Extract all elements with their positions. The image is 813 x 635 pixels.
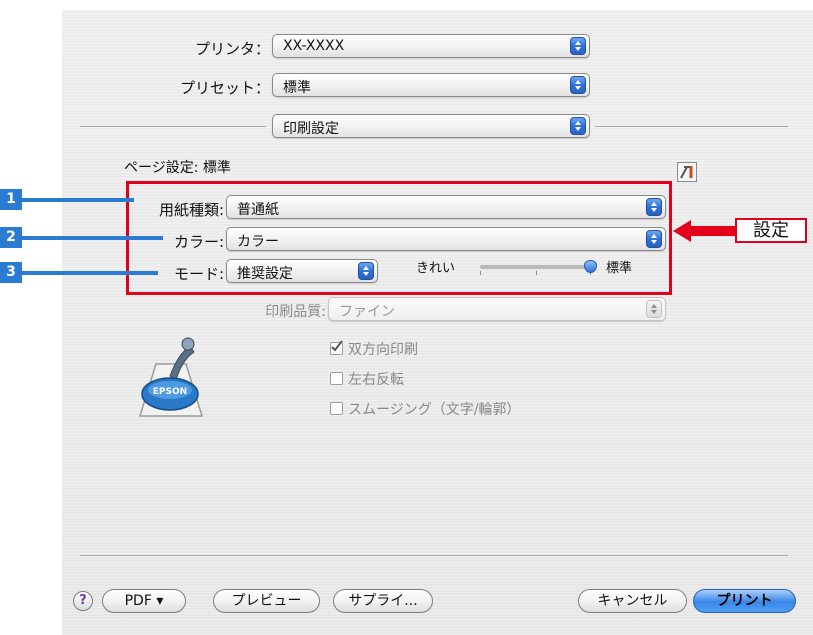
cancel-button[interactable]: キャンセル: [578, 589, 687, 613]
mirror-label: 左右反転: [348, 372, 404, 388]
annotation-line-1: [22, 198, 134, 202]
quality-left-label: きれい: [416, 261, 456, 276]
bottom-separator: [80, 555, 788, 556]
popup-arrows-icon: [646, 230, 662, 248]
popup-arrows-icon: [646, 198, 662, 216]
annotation-number-3: 3: [0, 262, 22, 283]
preset-value: 標準: [283, 80, 311, 96]
mirror-checkbox[interactable]: [330, 372, 343, 385]
annotation-number-2: 2: [0, 227, 22, 248]
epson-logo-text: EPSON: [152, 387, 188, 397]
smoothing-checkbox[interactable]: [330, 402, 343, 415]
checkmark-icon: [331, 340, 343, 352]
printer-value: XX-XXXX: [283, 38, 345, 54]
paper-type-popup[interactable]: 普通紙: [226, 195, 666, 219]
print-quality-popup[interactable]: ファイン: [328, 297, 666, 321]
print-button[interactable]: プリント: [693, 589, 796, 613]
printer-label: プリンタ：: [194, 40, 270, 58]
paper-type-label: 用紙種類:: [158, 201, 224, 219]
print-quality-label: 印刷品質:: [265, 304, 326, 320]
tools-icon: [680, 166, 693, 179]
slider-tick: [480, 271, 481, 275]
popup-arrows-icon: [358, 262, 374, 280]
popup-arrows-icon: [570, 117, 586, 135]
preview-button[interactable]: プレビュー: [213, 589, 320, 613]
help-button[interactable]: ?: [73, 591, 93, 611]
separator-left: [80, 126, 266, 127]
quality-right-label: 標準: [606, 261, 633, 276]
print-quality-value: ファイン: [339, 304, 395, 320]
smoothing-label: スムージング（文字/輪郭）: [348, 402, 521, 418]
annotation-line-3: [22, 271, 158, 275]
preset-popup[interactable]: 標準: [272, 73, 590, 97]
panel-value: 印刷設定: [283, 121, 339, 137]
color-popup[interactable]: カラー: [226, 227, 666, 251]
color-label: カラー:: [173, 233, 224, 251]
settings-utility-icon[interactable]: [677, 162, 697, 182]
popup-arrows-icon: [570, 76, 586, 94]
annotation-line-2: [22, 236, 163, 240]
popup-arrows-icon: [646, 300, 662, 318]
pdf-button[interactable]: PDF ▾: [102, 589, 186, 613]
red-arrow-icon: [673, 220, 735, 242]
slider-tick: [536, 271, 537, 275]
slider-knob[interactable]: [584, 260, 597, 273]
bidirectional-label: 双方向印刷: [348, 342, 418, 358]
epson-printer-icon: EPSON: [130, 334, 210, 424]
setting-label: 設定: [735, 218, 807, 243]
printer-popup[interactable]: XX-XXXX: [272, 34, 590, 58]
page-setup-label: ページ設定: 標準: [124, 160, 231, 176]
color-value: カラー: [237, 234, 279, 250]
mode-value: 推奨設定: [237, 266, 293, 282]
annotation-number-1: 1: [0, 189, 22, 210]
panel-popup[interactable]: 印刷設定: [272, 114, 590, 138]
supplies-button[interactable]: サプライ...: [333, 589, 433, 613]
print-dialog: [62, 10, 813, 635]
popup-arrows-icon: [570, 37, 586, 55]
paper-type-value: 普通紙: [237, 202, 279, 218]
separator-right: [595, 126, 788, 127]
preset-label: プリセット：: [179, 79, 270, 97]
quality-slider[interactable]: [480, 260, 598, 275]
bidirectional-checkbox[interactable]: [330, 340, 343, 355]
slider-track: [480, 265, 592, 269]
mode-popup[interactable]: 推奨設定: [226, 259, 378, 283]
